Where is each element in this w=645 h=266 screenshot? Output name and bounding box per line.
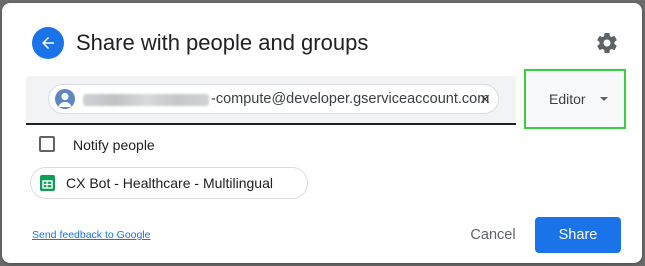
role-label: Editor	[549, 91, 586, 107]
share-button[interactable]: Share	[535, 217, 621, 253]
close-icon	[480, 94, 490, 104]
share-dialog: Share with people and groups -compute@de…	[2, 3, 642, 263]
notify-checkbox[interactable]	[39, 136, 55, 152]
recipient-chip[interactable]: -compute@developer.gserviceaccount.com	[48, 84, 499, 114]
settings-button[interactable]	[594, 30, 620, 56]
gear-icon	[597, 33, 617, 53]
notify-label: Notify people	[73, 137, 155, 153]
file-chip[interactable]: CX Bot - Healthcare - Multilingual	[30, 167, 308, 199]
file-name: CX Bot - Healthcare - Multilingual	[66, 175, 273, 191]
recipient-email: -compute@developer.gserviceaccount.com	[211, 91, 490, 107]
back-button[interactable]	[32, 27, 64, 59]
google-sheets-icon	[40, 175, 55, 191]
dialog-title: Share with people and groups	[76, 30, 369, 55]
redacted-email-prefix	[83, 94, 209, 106]
role-dropdown[interactable]: Editor	[524, 69, 626, 129]
cancel-button[interactable]: Cancel	[458, 217, 528, 253]
caret-down-icon	[600, 97, 608, 101]
send-feedback-link[interactable]: Send feedback to Google	[32, 229, 151, 241]
recipient-input-area[interactable]: -compute@developer.gserviceaccount.com	[26, 76, 516, 125]
arrow-back-icon	[42, 37, 54, 49]
remove-recipient-button[interactable]	[476, 90, 494, 108]
person-avatar-icon	[55, 89, 75, 109]
